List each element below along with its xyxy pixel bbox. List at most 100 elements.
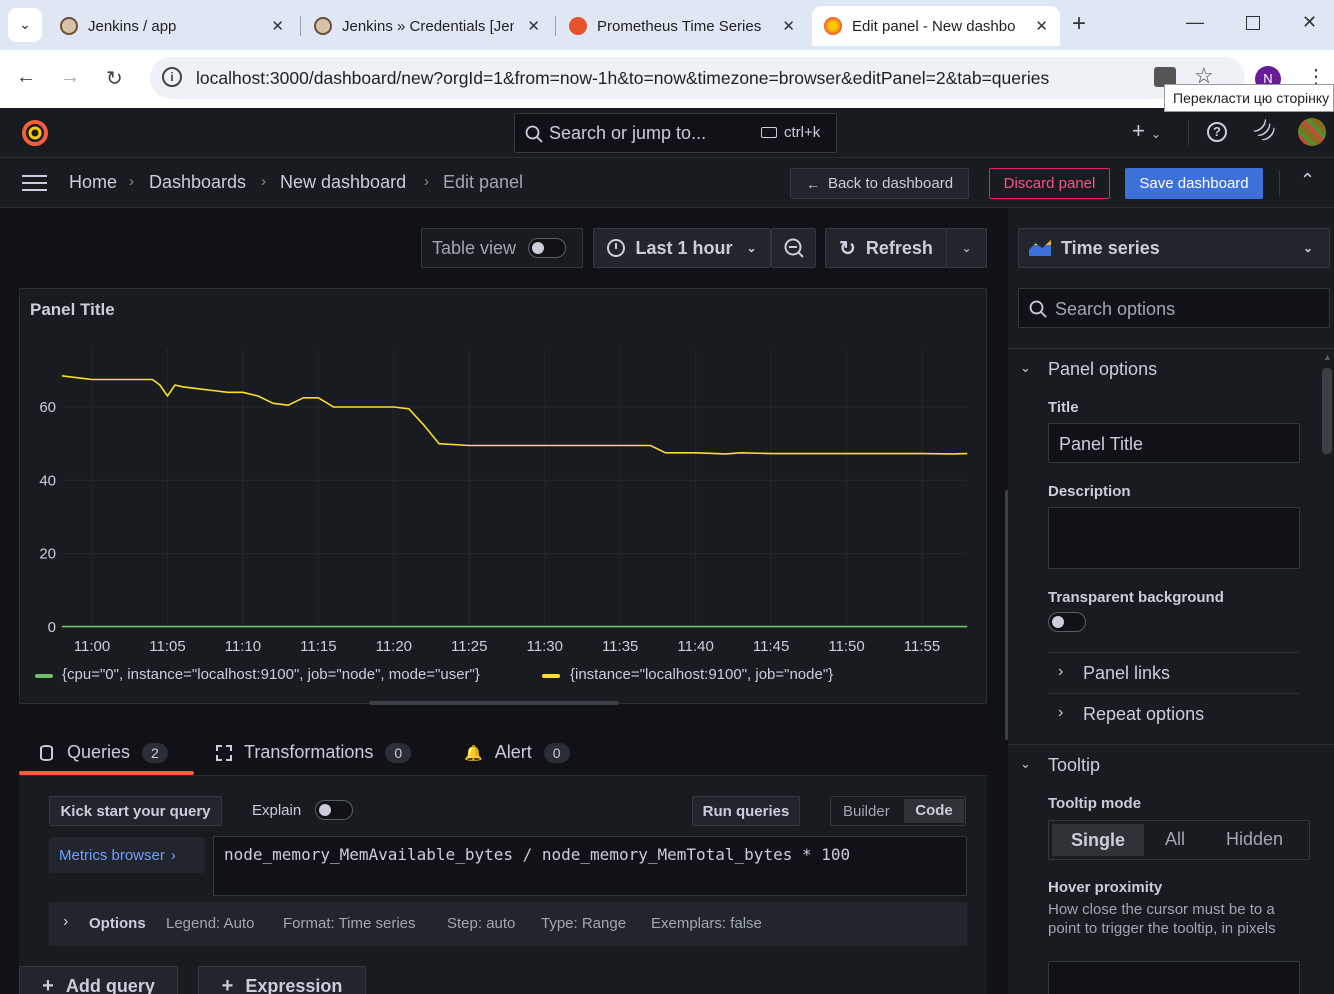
new-plus-button[interactable]: + ⌄: [1132, 118, 1161, 144]
time-series-chart[interactable]: 11:00 11:05 11:10 11:15 11:20 11:25 11:30 11:35…: [20, 289, 988, 705]
x-tick-label: 11:25: [451, 638, 487, 655]
run-queries-button[interactable]: Run queries: [692, 796, 800, 826]
chevron-down-icon: ⌄: [1302, 241, 1313, 255]
forward-arrow-icon[interactable]: →: [60, 66, 80, 89]
option-step: Step: auto: [447, 915, 516, 932]
breadcrumb-home[interactable]: Home: [69, 172, 117, 193]
add-expression-label: Expression: [245, 975, 343, 994]
tab-alert[interactable]: 🔔 Alert 0: [464, 742, 570, 763]
queries-count-badge: 2: [142, 742, 168, 763]
hover-proximity-description: How close the cursor must be to a point …: [1048, 901, 1276, 937]
add-expression-button[interactable]: + Expression: [198, 966, 366, 994]
legend-item-series-2[interactable]: {instance="localhost:9100", job="node"}: [570, 666, 833, 683]
builder-mode-button[interactable]: Builder: [843, 803, 890, 820]
maximize-window-button[interactable]: [1246, 16, 1260, 30]
table-view-switch[interactable]: [528, 238, 567, 258]
explain-toggle[interactable]: [315, 800, 353, 820]
query-options-row[interactable]: › Options Legend: Auto Format: Time seri…: [49, 902, 967, 946]
news-feed-icon[interactable]: ))): [1252, 117, 1280, 145]
help-icon[interactable]: ?: [1207, 122, 1227, 142]
tooltip-mode-all[interactable]: All: [1165, 829, 1185, 850]
description-textarea[interactable]: [1048, 507, 1300, 569]
grafana-logo-icon[interactable]: [20, 118, 50, 148]
panel-options-header[interactable]: Panel options: [1048, 359, 1157, 380]
search-options-input[interactable]: Search options: [1018, 288, 1330, 328]
save-dashboard-button[interactable]: Save dashboard: [1125, 168, 1263, 199]
table-view-toggle[interactable]: Table view: [421, 228, 583, 268]
breadcrumb-dashboards[interactable]: Dashboards: [149, 172, 246, 193]
metrics-browser-button[interactable]: Metrics browser ›: [49, 837, 205, 873]
visualization-picker[interactable]: Time series ⌄: [1018, 228, 1330, 268]
transparent-bg-toggle[interactable]: [1048, 612, 1086, 632]
discard-panel-button[interactable]: Discard panel: [989, 168, 1110, 199]
tab-search-button[interactable]: ⌄: [8, 8, 42, 42]
chevron-down-icon[interactable]: ⌄: [1020, 360, 1031, 376]
close-window-button[interactable]: ✕: [1302, 12, 1317, 33]
tooltip-mode-hidden[interactable]: Hidden: [1226, 829, 1283, 850]
transformations-count-badge: 0: [385, 742, 412, 763]
omnibox[interactable]: i localhost:3000/dashboard/new?orgId=1&f…: [150, 57, 1245, 99]
kick-start-query-button[interactable]: Kick start your query: [49, 796, 222, 826]
collapse-chevron-up-icon[interactable]: ⌃: [1300, 170, 1315, 191]
chevron-down-icon[interactable]: ⌄: [1020, 756, 1031, 772]
refresh-label: Refresh: [865, 237, 933, 258]
browser-tab-jenkins-credentials[interactable]: Jenkins » Credentials [Jen ✕: [302, 6, 552, 46]
close-tab-icon[interactable]: ✕: [527, 17, 540, 35]
reload-icon[interactable]: ↻: [106, 66, 123, 91]
close-tab-icon[interactable]: ✕: [271, 17, 284, 35]
grafana-favicon-icon: [824, 17, 842, 35]
refresh-button[interactable]: ↻ Refresh: [825, 228, 947, 268]
prometheus-favicon-icon: [569, 17, 587, 35]
description-field-label: Description: [1048, 483, 1131, 500]
browser-tab-grafana-edit-panel[interactable]: Edit panel - New dashbo ✕: [812, 6, 1060, 46]
tab-transformations[interactable]: Transformations 0: [216, 742, 412, 763]
query-editor-area: Kick start your query Explain Run querie…: [19, 776, 987, 994]
hamburger-menu-icon[interactable]: [22, 175, 47, 191]
tooltip-section-header[interactable]: Tooltip: [1048, 755, 1100, 776]
zoom-out-button[interactable]: [771, 228, 816, 268]
scroll-up-icon[interactable]: ▲: [1323, 352, 1332, 362]
back-arrow-icon[interactable]: ←: [16, 66, 36, 89]
x-tick-label: 11:45: [753, 638, 789, 655]
close-tab-icon[interactable]: ✕: [782, 17, 795, 35]
tab-label: Edit panel - New dashbo: [852, 17, 1016, 35]
option-format: Format: Time series: [283, 915, 416, 932]
time-range-picker[interactable]: Last 1 hour ⌄: [593, 228, 771, 268]
legend-item-series-1[interactable]: {cpu="0", instance="localhost:9100", job…: [62, 666, 480, 683]
url-text[interactable]: localhost:3000/dashboard/new?orgId=1&fro…: [196, 68, 1049, 89]
promql-expression[interactable]: node_memory_MemAvailable_bytes / node_me…: [224, 845, 850, 864]
new-tab-button[interactable]: +: [1072, 10, 1086, 38]
horizontal-scrollbar[interactable]: [369, 701, 619, 705]
y-tick-label: 60: [39, 399, 56, 416]
back-to-dashboard-label: Back to dashboard: [827, 175, 954, 192]
refresh-interval-dropdown[interactable]: ⌄: [946, 228, 987, 268]
search-shortcut: ctrl+k: [784, 124, 821, 141]
site-info-icon[interactable]: i: [162, 67, 182, 87]
database-icon: [40, 744, 53, 761]
repeat-options-section[interactable]: Repeat options: [1083, 704, 1204, 725]
chevron-right-icon[interactable]: ›: [1058, 704, 1063, 722]
chevron-right-icon[interactable]: ›: [1058, 663, 1063, 681]
promql-code-editor[interactable]: node_memory_MemAvailable_bytes / node_me…: [213, 836, 967, 896]
x-tick-label: 11:35: [602, 638, 638, 655]
tab-queries[interactable]: Queries 2: [40, 742, 168, 763]
tooltip-mode-single[interactable]: Single: [1052, 824, 1144, 856]
user-avatar[interactable]: [1298, 118, 1326, 146]
plus-icon: +: [221, 974, 234, 994]
panel-title-input[interactable]: Panel Title: [1048, 423, 1300, 463]
code-mode-button[interactable]: Code: [904, 799, 964, 823]
add-query-button[interactable]: + Add query: [19, 966, 178, 994]
option-type: Type: Range: [541, 915, 627, 932]
close-tab-icon[interactable]: ✕: [1035, 17, 1048, 35]
tooltip-mode-label: Tooltip mode: [1048, 795, 1142, 812]
back-to-dashboard-button[interactable]: ← Back to dashboard: [790, 168, 969, 199]
options-scrollbar[interactable]: [1322, 368, 1332, 454]
panel-title-input-value: Panel Title: [1059, 434, 1144, 454]
browser-tab-prometheus[interactable]: Prometheus Time Series ✕: [557, 6, 807, 46]
global-search-input[interactable]: Search or jump to... ctrl+k: [514, 113, 837, 153]
hover-proximity-input[interactable]: [1048, 961, 1300, 994]
panel-links-section[interactable]: Panel links: [1083, 663, 1170, 684]
breadcrumb-new-dashboard[interactable]: New dashboard: [280, 172, 406, 193]
browser-tab-jenkins-app[interactable]: Jenkins / app ✕: [48, 6, 296, 46]
minimize-window-button[interactable]: —: [1186, 12, 1204, 33]
